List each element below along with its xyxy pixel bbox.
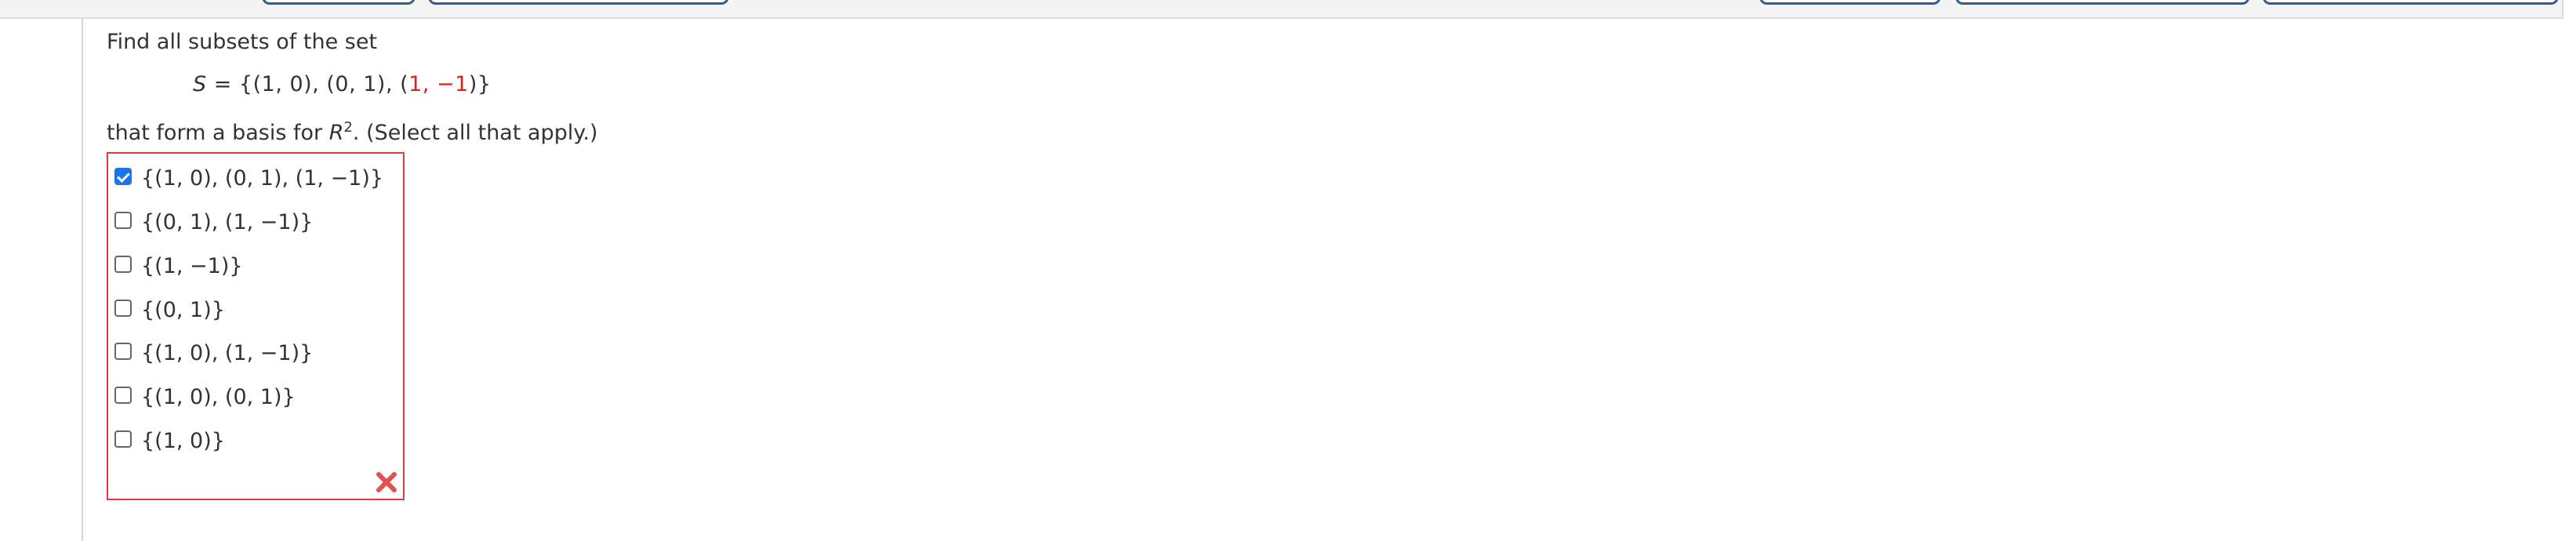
- toolbar-button-3[interactable]: [1759, 0, 1941, 5]
- page: Find all subsets of the set S = {(1, 0),…: [0, 0, 2576, 541]
- option-5-checkbox[interactable]: [114, 343, 132, 360]
- left-gutter-divider: [82, 19, 83, 541]
- option-1-label: {(1, 0), (0, 1), (1, −1)}: [141, 166, 384, 191]
- question-intro: Find all subsets of the set: [107, 30, 378, 54]
- option-6-checkbox[interactable]: [114, 387, 132, 404]
- toolbar-button-4[interactable]: [1955, 0, 2250, 5]
- toolbar-button-2[interactable]: [428, 0, 729, 5]
- option-7-label: {(1, 0)}: [141, 429, 225, 453]
- option-2[interactable]: {(0, 1), (1, −1)}: [114, 210, 313, 234]
- tail-text-after: . (Select all that apply.): [352, 121, 598, 145]
- toolbar-button-1[interactable]: [262, 0, 415, 5]
- option-2-label: {(0, 1), (1, −1)}: [141, 210, 314, 234]
- set-elements: = {(1, 0), (0, 1), (: [206, 72, 409, 96]
- option-5[interactable]: {(1, 0), (1, −1)}: [114, 341, 313, 365]
- set-symbol: S: [193, 72, 207, 96]
- option-4-label: {(0, 1)}: [141, 298, 225, 322]
- option-3-checkbox[interactable]: [114, 256, 132, 273]
- option-7-checkbox[interactable]: [114, 430, 132, 448]
- set-closing: )}: [468, 72, 492, 96]
- option-7[interactable]: {(1, 0)}: [114, 429, 225, 453]
- option-1[interactable]: {(1, 0), (0, 1), (1, −1)}: [114, 166, 383, 191]
- option-1-checkbox[interactable]: [114, 168, 132, 185]
- toolbar-button-5[interactable]: [2262, 0, 2559, 5]
- option-6[interactable]: {(1, 0), (0, 1)}: [114, 385, 296, 409]
- incorrect-x-icon: [376, 472, 397, 492]
- option-3-label: {(1, −1)}: [141, 254, 243, 278]
- option-5-label: {(1, 0), (1, −1)}: [141, 341, 314, 365]
- space-symbol: R: [328, 121, 344, 145]
- tail-text-before: that form a basis for: [107, 121, 329, 145]
- question-tail: that form a basis for R2. (Select all th…: [107, 121, 598, 146]
- option-3[interactable]: {(1, −1)}: [114, 254, 243, 278]
- top-toolbar: [0, 0, 2563, 19]
- option-4-checkbox[interactable]: [114, 300, 132, 317]
- answer-options-box: {(1, 0), (0, 1), (1, −1)} {(0, 1), (1, −…: [107, 152, 405, 500]
- set-definition: S = {(1, 0), (0, 1), (1, −1)}: [193, 72, 492, 97]
- option-6-label: {(1, 0), (0, 1)}: [141, 385, 296, 409]
- option-2-checkbox[interactable]: [114, 212, 132, 229]
- space-exponent: 2: [343, 119, 353, 136]
- option-4[interactable]: {(0, 1)}: [114, 298, 225, 322]
- set-highlighted-element: 1, −1: [408, 72, 469, 96]
